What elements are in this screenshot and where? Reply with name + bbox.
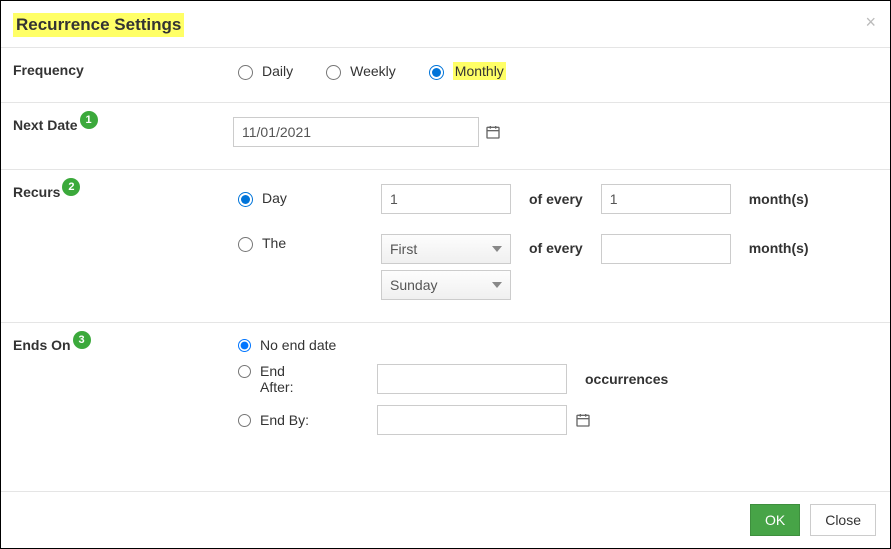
recurs-weekday-select[interactable]: Sunday: [381, 270, 511, 300]
close-icon[interactable]: ×: [865, 13, 876, 31]
recurs-weekday-value: Sunday: [390, 277, 437, 293]
chevron-down-icon: [492, 282, 502, 288]
dialog-header: Recurrence Settings ×: [1, 1, 890, 48]
recurs-section: Recurs 2 Day of every month(s): [1, 170, 890, 323]
calendar-icon[interactable]: [575, 412, 591, 428]
recurs-the-month-input[interactable]: [601, 234, 731, 264]
ends-by-label: End By:: [260, 412, 309, 428]
next-date-input[interactable]: [233, 117, 479, 147]
recurs-day-month-input[interactable]: [601, 184, 731, 214]
ok-button[interactable]: OK: [750, 504, 800, 536]
frequency-daily-option[interactable]: Daily: [233, 62, 293, 80]
recurs-label: Recurs: [13, 184, 60, 200]
recurs-day-radio[interactable]: [238, 192, 253, 207]
dialog-body: Frequency Daily Weekly Monthly: [1, 48, 890, 491]
recurs-the-months-label: month(s): [749, 234, 809, 256]
recurrence-settings-dialog: Recurrence Settings × Frequency Daily We…: [0, 0, 891, 549]
badge-3: 3: [73, 331, 91, 349]
frequency-weekly-option[interactable]: Weekly: [321, 62, 396, 80]
ends-after-radio[interactable]: [238, 365, 251, 378]
ends-no-end-label: No end date: [260, 337, 336, 353]
recurs-day-months-label: month(s): [749, 191, 809, 207]
recurs-the-option[interactable]: The: [233, 234, 286, 252]
frequency-label: Frequency: [13, 62, 84, 78]
chevron-down-icon: [492, 246, 502, 252]
recurs-day-of-every-text: of every: [529, 191, 583, 207]
badge-2: 2: [62, 178, 80, 196]
frequency-monthly-label: Monthly: [453, 62, 506, 80]
recurs-the-radio[interactable]: [238, 237, 253, 252]
recurs-the-label: The: [262, 235, 286, 251]
recurs-day-option[interactable]: Day: [233, 189, 287, 207]
recurs-the-of-every-text: of every: [529, 234, 583, 256]
ends-by-radio[interactable]: [238, 414, 251, 427]
ends-occurrences-label: occurrences: [585, 371, 668, 387]
recurs-day-label: Day: [262, 190, 287, 206]
recurs-day-number-input[interactable]: [381, 184, 511, 214]
ends-no-end-radio[interactable]: [238, 339, 251, 352]
ends-on-section: Ends On 3 No end date End After: occ: [1, 323, 890, 467]
frequency-monthly-radio[interactable]: [429, 65, 444, 80]
frequency-monthly-option[interactable]: Monthly: [424, 62, 506, 80]
next-date-label: Next Date: [13, 117, 78, 133]
ends-after-label: End After:: [260, 363, 310, 395]
badge-1: 1: [80, 111, 98, 129]
ends-on-label: Ends On: [13, 337, 71, 353]
frequency-daily-radio[interactable]: [238, 65, 253, 80]
frequency-weekly-radio[interactable]: [326, 65, 341, 80]
calendar-icon[interactable]: [485, 124, 501, 140]
recurs-ordinal-select[interactable]: First: [381, 234, 511, 264]
frequency-section: Frequency Daily Weekly Monthly: [1, 48, 890, 103]
recurs-ordinal-value: First: [390, 241, 417, 257]
ends-by-input[interactable]: [377, 405, 567, 435]
ends-after-input[interactable]: [377, 364, 567, 394]
frequency-daily-label: Daily: [262, 63, 293, 79]
dialog-footer: OK Close: [1, 491, 890, 548]
close-button[interactable]: Close: [810, 504, 876, 536]
next-date-section: Next Date 1: [1, 103, 890, 170]
dialog-title: Recurrence Settings: [13, 13, 184, 37]
frequency-weekly-label: Weekly: [350, 63, 396, 79]
